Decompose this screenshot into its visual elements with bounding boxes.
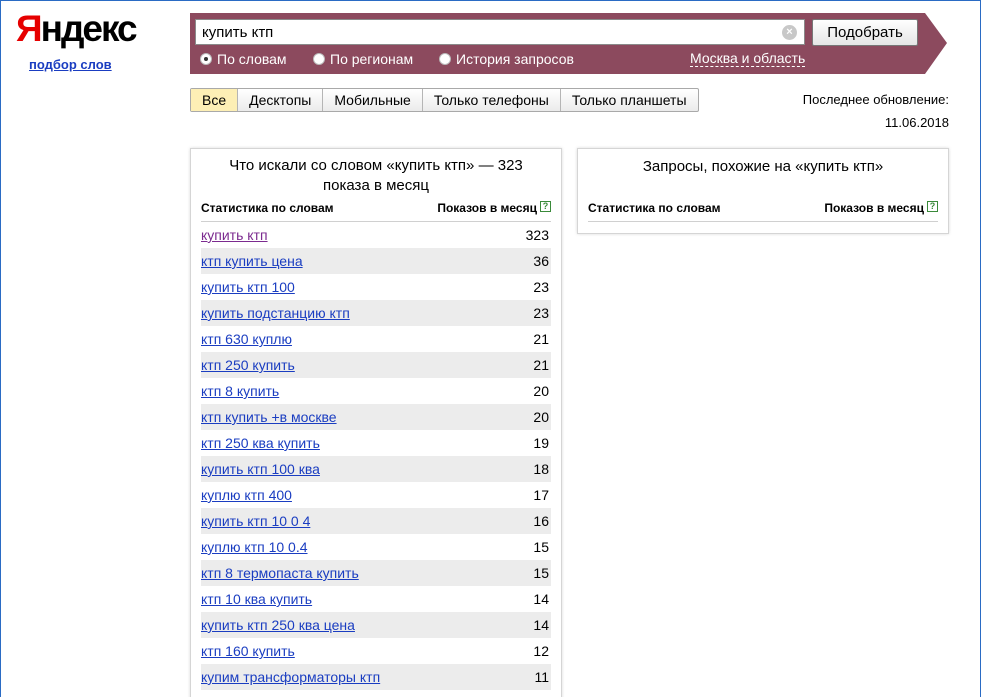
table-row: ктп купить цена 36 [201, 248, 551, 274]
impressions-count: 20 [533, 383, 549, 399]
impressions-count: 14 [533, 591, 549, 607]
table-row: ктп 250 купить 21 [201, 352, 551, 378]
impressions-count: 15 [533, 539, 549, 555]
table-row: ктп 250 ква купить 19 [201, 430, 551, 456]
phrase-link[interactable]: ктп купить +в москве [201, 409, 337, 425]
table-row: купить ктп 323 [201, 222, 551, 248]
impressions-count: 21 [533, 357, 549, 373]
help-icon[interactable]: ? [927, 201, 938, 212]
tab-desktops[interactable]: Десктопы [237, 89, 322, 111]
col-phrase-header: Статистика по словам [201, 201, 334, 215]
table-row: купить ктп 100 ква 18 [201, 456, 551, 482]
yandex-logo[interactable]: Яндекс [16, 8, 138, 49]
similar-queries-panel: Запросы, похожие на «купить ктп» Статист… [577, 148, 949, 234]
phrase-link[interactable]: ктп 250 ква купить [201, 435, 320, 451]
phrase-link[interactable]: купить ктп 100 [201, 279, 295, 295]
phrase-link[interactable]: куплю ктп 400 [201, 487, 292, 503]
table-row: купить ктп 10 0 4 16 [201, 508, 551, 534]
radio-label: По словам [217, 51, 287, 67]
table-row: ктп 630 куплю 21 [201, 326, 551, 352]
impressions-count: 20 [533, 409, 549, 425]
radio-label: По регионам [330, 51, 414, 67]
logo-rest: ндекс [40, 8, 138, 49]
impressions-count: 12 [533, 643, 549, 659]
phrase-link[interactable]: купить подстанцию ктп [201, 305, 350, 321]
help-icon[interactable]: ? [540, 201, 551, 212]
panel-title: Что искали со словом «купить ктп» — 323 … [229, 157, 523, 194]
table-row: ктп 10 ква купить 14 [201, 586, 551, 612]
impressions-count: 36 [533, 253, 549, 269]
table-row: ктп купить +в москве 20 [201, 404, 551, 430]
phrase-link[interactable]: куплю ктп 10 0.4 [201, 539, 308, 555]
table-row: куплю ктп 400 17 [201, 482, 551, 508]
radio-icon [439, 53, 451, 65]
radio-icon-selected [200, 53, 212, 65]
search-query-text: купить ктп [202, 24, 274, 41]
pick-button[interactable]: Подобрать [812, 19, 918, 46]
phrase-link[interactable]: купим трансформаторы ктп [201, 669, 380, 685]
phrase-link[interactable]: купить ктп 250 ква цена [201, 617, 355, 633]
radio-history[interactable]: История запросов [439, 50, 574, 68]
impressions-count: 323 [525, 227, 549, 243]
table-row: купить ктп 250 ква цена 14 [201, 612, 551, 638]
table-row: ктп 8 термопаста купить 15 [201, 560, 551, 586]
phrase-link[interactable]: ктп 250 купить [201, 357, 295, 373]
tab-tablets-only[interactable]: Только планшеты [559, 89, 698, 111]
region-selector-link[interactable]: Москва и область [690, 51, 806, 67]
table-row: купим трансформаторы ктп 11 [201, 664, 551, 690]
impressions-count: 18 [533, 461, 549, 477]
impressions-count: 23 [533, 305, 549, 321]
phrase-link[interactable]: купить ктп 10 0 4 [201, 513, 310, 529]
phrase-link[interactable]: ктп 8 термопаста купить [201, 565, 359, 581]
phrase-link[interactable]: ктп 160 купить [201, 643, 295, 659]
phrase-link[interactable]: купить ктп 100 ква [201, 461, 320, 477]
tab-phones-only[interactable]: Только телефоны [421, 89, 560, 111]
phrase-link[interactable]: ктп 8 купить [201, 383, 279, 399]
impressions-count: 15 [533, 565, 549, 581]
col-count-header: Показов в месяц? [824, 201, 938, 215]
table-header: Статистика по словам Показов в месяц? [201, 201, 551, 222]
last-update-label: Последнее обновление: [802, 92, 949, 107]
logo-first-letter: Я [16, 8, 43, 49]
table-row: купить подстанцию ктп 23 [201, 300, 551, 326]
radio-by-words[interactable]: По словам [200, 50, 287, 68]
tab-all[interactable]: Все [191, 89, 238, 111]
phrase-link[interactable]: купить ктп [201, 227, 268, 243]
device-tabs: Все Десктопы Мобильные Только телефоны Т… [190, 88, 699, 112]
radio-icon [313, 53, 325, 65]
radio-label: История запросов [456, 51, 574, 67]
words-stat-panel: Что искали со словом «купить ктп» — 323 … [190, 148, 562, 697]
table-row: ктп 8 купить 20 [201, 378, 551, 404]
clear-icon[interactable]: × [782, 25, 797, 40]
last-update-date: 11.06.2018 [884, 115, 949, 130]
table-row: купить ктп 100 23 [201, 274, 551, 300]
panel-title: Запросы, похожие на «купить ктп» [642, 158, 884, 175]
search-input[interactable]: купить ктп × [195, 19, 805, 45]
table-row: ктп 160 купить 12 [201, 638, 551, 664]
impressions-count: 14 [533, 617, 549, 633]
phrase-link[interactable]: ктп 10 ква купить [201, 591, 312, 607]
impressions-count: 19 [533, 435, 549, 451]
wordstat-service-link[interactable]: подбор слов [29, 57, 112, 72]
table-header: Статистика по словам Показов в месяц? [588, 201, 938, 222]
tab-mobile[interactable]: Мобильные [322, 89, 422, 111]
impressions-count: 16 [533, 513, 549, 529]
col-count-header: Показов в месяц? [437, 201, 551, 215]
col-phrase-header: Статистика по словам [588, 201, 721, 215]
radio-by-regions[interactable]: По регионам [313, 50, 413, 68]
impressions-count: 17 [533, 487, 549, 503]
phrase-link[interactable]: ктп купить цена [201, 253, 303, 269]
stat-rows: купить ктп 323 ктп купить цена 36 купить ктп… [201, 222, 551, 690]
impressions-count: 11 [534, 669, 549, 685]
impressions-count: 23 [533, 279, 549, 295]
impressions-count: 21 [533, 331, 549, 347]
phrase-link[interactable]: ктп 630 куплю [201, 331, 292, 347]
table-row: куплю ктп 10 0.4 15 [201, 534, 551, 560]
